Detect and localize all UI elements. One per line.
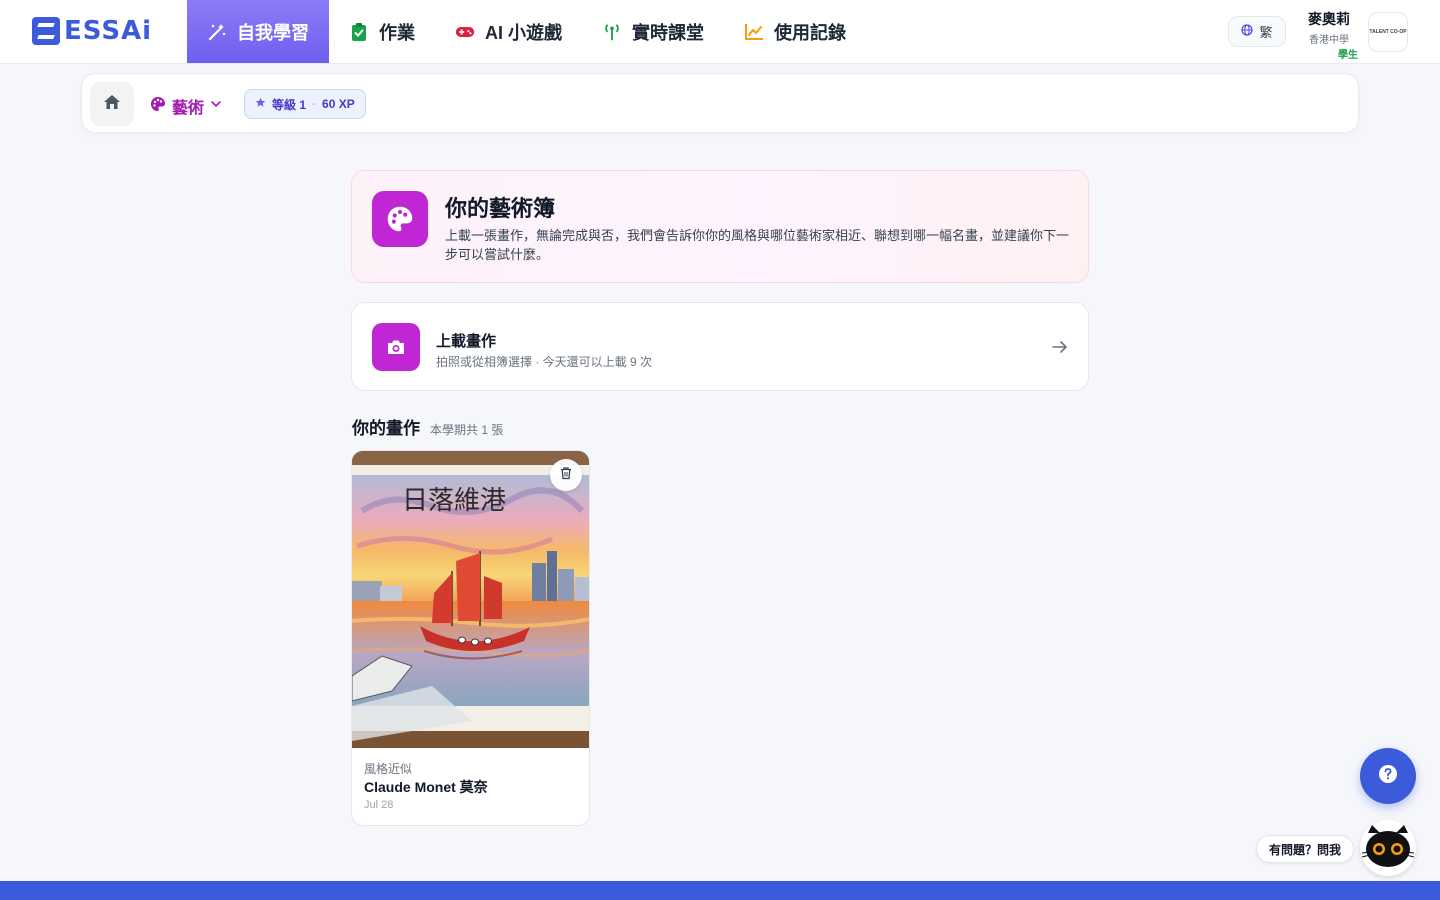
- top-navbar: ESSAi 自我學習 作業 AI 小遊戲 實時課堂 使用記錄 繁 麥奧莉 香港中…: [0, 0, 1440, 64]
- tab-label: AI 小遊戲: [485, 22, 563, 43]
- user-school: 香港中學: [1309, 35, 1349, 46]
- subject-bar: 藝術 等級 1 · 60 XP: [81, 73, 1359, 133]
- trash-icon: [559, 466, 573, 485]
- main-nav-tabs: 自我學習 作業 AI 小遊戲 實時課堂 使用記錄: [187, 0, 866, 64]
- works-heading: 你的畫作: [352, 419, 420, 438]
- subject-label: 藝術: [172, 100, 205, 117]
- artwork-card[interactable]: 日落維港 風格近似 Claude Monet 莫奈 Jul 28: [351, 450, 590, 826]
- help-button[interactable]: [1360, 748, 1416, 804]
- clipboard-check-icon: [349, 22, 369, 42]
- tab-label: 實時課堂: [632, 22, 705, 43]
- upload-artwork-button[interactable]: 上載畫作 拍照或從相簿選擇 · 今天還可以上載 9 次: [351, 302, 1089, 391]
- intro-description: 上載一張畫作，無論完成與否，我們會告訴你你的風格與哪位藝術家相近、聯想到哪一幅名…: [445, 228, 1070, 262]
- xp-label: 60 XP: [322, 97, 355, 111]
- separator-dot: ·: [312, 97, 317, 111]
- artwork-title-text: 日落維港: [402, 486, 506, 516]
- cat-assistant-avatar[interactable]: [1360, 820, 1416, 876]
- page-title: 你的藝術簿: [445, 196, 556, 221]
- user-info[interactable]: 麥奧莉 香港中學 學生: [1300, 9, 1358, 61]
- ask-me-label: 有問題？問我: [1269, 842, 1342, 857]
- tab-self-learning[interactable]: 自我學習: [187, 0, 329, 63]
- essai-logo[interactable]: ESSAi: [32, 16, 152, 46]
- user-role: 學生: [1338, 50, 1358, 61]
- line-chart-icon: [744, 22, 764, 42]
- broadcast-icon: [602, 22, 622, 42]
- works-count: 本學期共 1 張: [430, 423, 504, 437]
- palette-icon: [150, 96, 166, 117]
- level-xp-badge: 等級 1 · 60 XP: [244, 89, 366, 119]
- brand-name: ESSAi: [64, 16, 153, 46]
- question-icon: [1378, 764, 1398, 789]
- tab-label: 自我學習: [237, 22, 309, 43]
- home-icon: [103, 93, 121, 116]
- tab-homework[interactable]: 作業: [329, 0, 435, 63]
- level-label: 等級 1: [272, 97, 307, 112]
- essai-logo-mark: [32, 17, 60, 45]
- school-logo-text: TALENT CO-OP: [1369, 29, 1407, 35]
- camera-icon: [372, 323, 420, 371]
- home-button[interactable]: [90, 82, 134, 126]
- upload-date: Jul 28: [364, 799, 394, 811]
- delete-artwork-button[interactable]: [550, 459, 582, 491]
- cat-mascot-icon: [1361, 823, 1415, 874]
- subject-selector[interactable]: 藝術: [150, 94, 222, 118]
- gamepad-icon: [455, 22, 475, 42]
- magic-wand-icon: [207, 22, 227, 42]
- style-label: 風格近似: [364, 762, 413, 776]
- arrow-right-icon: [1050, 337, 1070, 357]
- upload-title: 上載畫作: [436, 333, 497, 350]
- globe-icon: [1241, 24, 1254, 39]
- upload-subtitle: 拍照或從相簿選擇 · 今天還可以上載 9 次: [436, 355, 653, 369]
- ask-me-bubble[interactable]: 有問題？問我: [1256, 835, 1355, 863]
- school-logo[interactable]: TALENT CO-OP: [1368, 12, 1408, 52]
- art-book-intro-card: 你的藝術簿 上載一張畫作，無論完成與否，我們會告訴你你的風格與哪位藝術家相近、聯…: [351, 170, 1089, 283]
- tab-label: 作業: [379, 22, 415, 43]
- tab-live-classroom[interactable]: 實時課堂: [582, 0, 724, 63]
- bottom-bar: [0, 881, 1440, 900]
- user-name: 麥奧莉: [1308, 11, 1350, 27]
- chevron-down-icon: [210, 97, 222, 115]
- artwork-thumbnail: 日落維港: [352, 451, 589, 748]
- works-section-header: 你的畫作 本學期共 1 張: [352, 414, 503, 439]
- language-switcher[interactable]: 繁: [1228, 16, 1286, 47]
- tab-usage-history[interactable]: 使用記錄: [724, 0, 866, 63]
- language-label: 繁: [1259, 25, 1273, 40]
- matched-artist: Claude Monet 莫奈: [364, 779, 488, 795]
- tab-label: 使用記錄: [774, 22, 847, 43]
- star-icon: [255, 97, 266, 111]
- palette-icon: [372, 191, 428, 247]
- tab-ai-games[interactable]: AI 小遊戲: [435, 0, 582, 63]
